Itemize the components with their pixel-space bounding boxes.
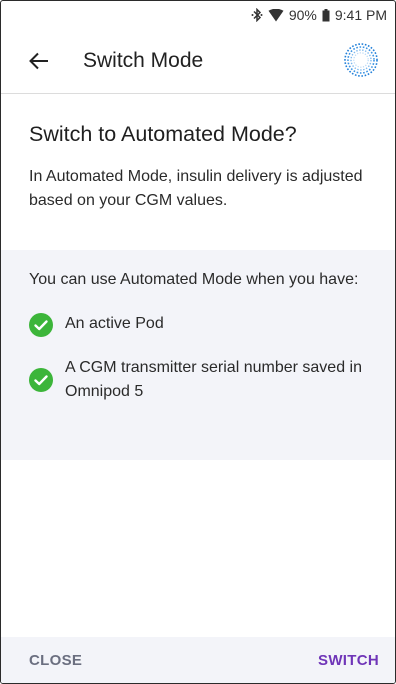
phone-screen: 90% 9:41 PM Switch Mode Switch to Automa…	[0, 0, 396, 684]
switch-button[interactable]: SWITCH	[318, 652, 379, 669]
requirement-text: A CGM transmitter serial number saved in…	[65, 359, 362, 400]
arrow-left-icon	[29, 52, 48, 70]
intro-text: In Automated Mode, insulin delivery is a…	[29, 168, 363, 209]
wifi-icon	[268, 8, 284, 22]
omnipod-ring-logo	[344, 43, 378, 77]
page-title: Switch Mode	[83, 49, 204, 72]
bluetooth-icon	[251, 8, 263, 22]
status-bar: 90% 9:41 PM	[1, 1, 395, 29]
battery-icon	[322, 8, 330, 22]
battery-percent: 90%	[288, 7, 317, 23]
requirement-item: An active Pod	[29, 312, 375, 337]
check-circle-icon	[29, 368, 53, 392]
clock: 9:41 PM	[334, 7, 387, 23]
back-button[interactable]	[25, 47, 53, 75]
dialog-footer: CLOSE SWITCH	[1, 637, 395, 683]
app-bar: Switch Mode	[1, 29, 395, 94]
requirement-text: An active Pod	[65, 315, 164, 332]
close-button[interactable]: CLOSE	[29, 652, 82, 669]
requirement-item: A CGM transmitter serial number saved in…	[29, 356, 375, 404]
content: Switch to Automated Mode? In Automated M…	[1, 122, 395, 213]
requirements-panel: You can use Automated Mode when you have…	[1, 250, 395, 460]
requirements-title: You can use Automated Mode when you have…	[29, 271, 359, 288]
dialog-heading: Switch to Automated Mode?	[29, 122, 297, 146]
check-circle-icon	[29, 313, 53, 337]
